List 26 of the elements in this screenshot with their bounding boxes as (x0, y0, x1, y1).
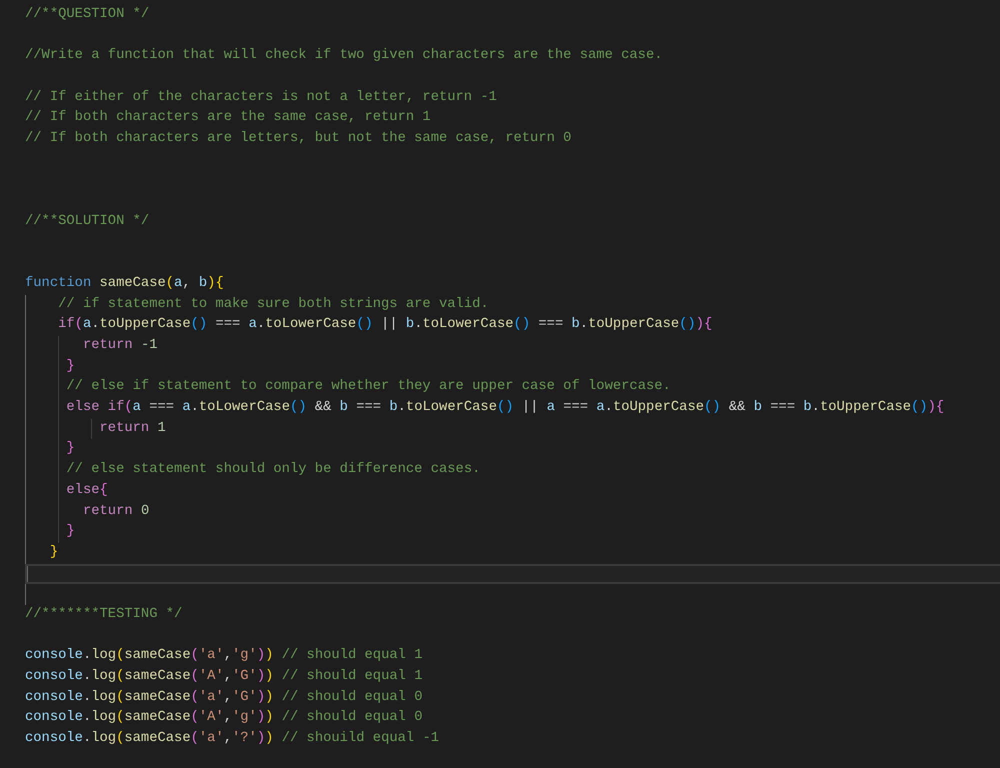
code-line: // If either of the characters is not a letter, return -1 (25, 88, 497, 107)
code-line: return 0 (82, 502, 150, 520)
code-line: //**SOLUTION */ (25, 212, 150, 231)
code-line: else{ (66, 482, 108, 500)
code-line: // if statement to make sure both strings are valid. (58, 296, 489, 314)
code-line: else if(a === a.toLowerCase() && b === b.toLowerCase() || a === a.toUpperCase() && b === b.toUpperCase()){ (66, 399, 944, 418)
code-line: // else statement should only be difference cases. (66, 461, 480, 480)
code-line: // If both characters are letters, but not the same case, return 0 (25, 130, 572, 148)
code-line: console.log(sameCase('a','G')) // should equal 0 (25, 688, 422, 707)
code-line: function sameCase(a, b){ (25, 274, 224, 293)
code-line: console.log(sameCase('A','g')) // should equal 0 (25, 709, 422, 728)
code-line: } (50, 544, 58, 562)
code-line: //Write a function that will check if two given characters are the same case. (25, 47, 663, 66)
code-line: if(a.toUpperCase() === a.toLowerCase() || b.toLowerCase() === b.toUpperCase()){ (58, 316, 712, 334)
code-line: } (66, 440, 75, 458)
code-line: return 1 (100, 420, 166, 438)
code-line: } (66, 358, 75, 376)
code-line: // else if statement to compare whether they are upper case of lowercase. (66, 378, 671, 396)
code-line: return -1 (82, 337, 158, 355)
code-line: //*******TESTING */ (25, 606, 182, 624)
code-line: console.log(sameCase('A','G')) // should equal 1 (25, 668, 422, 686)
code-line: // If both characters are the same case, return 1 (25, 109, 431, 128)
code-line: console.log(sameCase('a','g')) // should equal 1 (25, 647, 422, 666)
code-line: //**QUESTION */ (25, 6, 150, 24)
code-line: } (66, 523, 75, 542)
code-line: console.log(sameCase('a','?')) // shouild equal -1 (25, 730, 440, 748)
